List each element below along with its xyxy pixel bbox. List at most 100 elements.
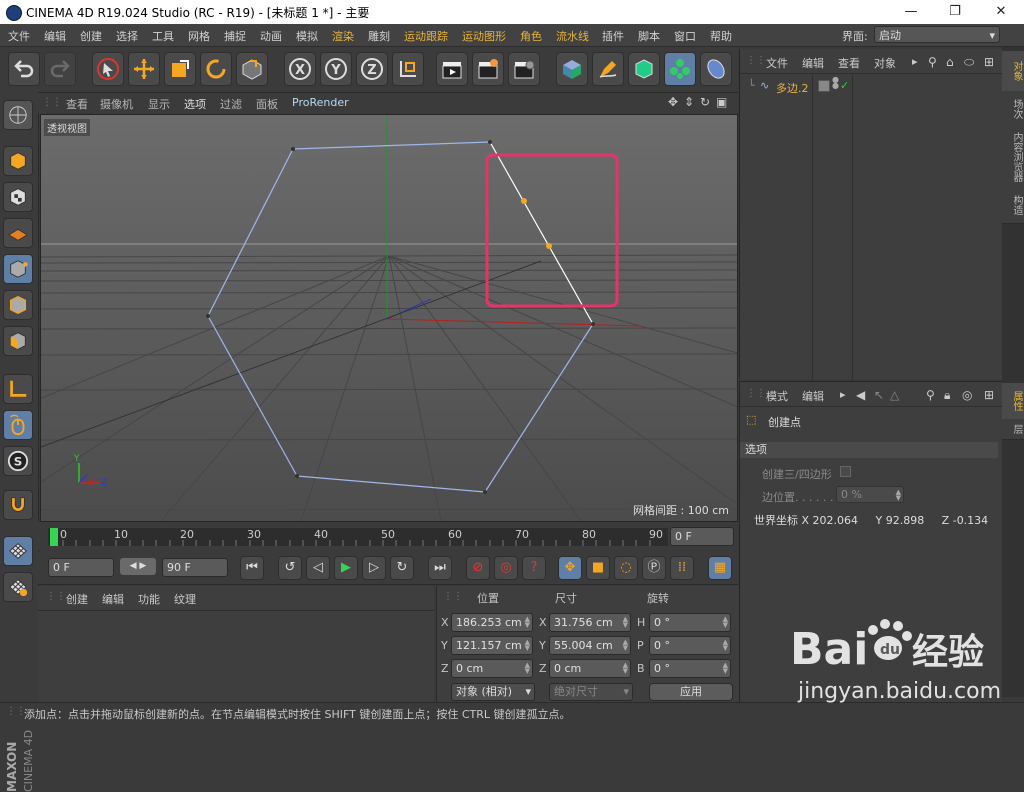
tab-objects[interactable]: 对象 [1002, 51, 1024, 92]
menu-snap[interactable]: 捕捉 [224, 28, 246, 44]
menu-tools[interactable]: 工具 [152, 28, 174, 44]
next-frame-button[interactable]: ▷ [362, 556, 386, 580]
drag-handle-icon[interactable]: ⋮⋮ [46, 591, 66, 602]
timeline[interactable]: 0 10 20 30 40 50 60 70 80 90 0 F [38, 522, 738, 550]
back-arrow-icon[interactable]: ◀ [856, 388, 865, 402]
options-section-header[interactable]: 选项 [740, 442, 998, 458]
tab-content-browser[interactable]: 内容浏览器 [1002, 127, 1024, 188]
home-icon[interactable]: ⌂ [946, 55, 954, 69]
material-menu-create[interactable]: 创建 [66, 591, 88, 607]
rot-p-field[interactable]: 0 ° ▲ ▼ [649, 636, 731, 655]
material-menu-function[interactable]: 功能 [138, 591, 160, 607]
drag-handle-icon[interactable]: ⋮⋮ [746, 55, 766, 66]
object-manager[interactable]: ⋮⋮ 文件 编辑 查看 对象 ▸ ⚲ ⌂ ⬭ ⊞ └ ∿ 多边.2 ● ● ✓ [739, 49, 1002, 379]
undo-button[interactable] [8, 52, 40, 86]
spline-pen-button[interactable] [592, 52, 624, 86]
spinner-icon[interactable]: ▲ ▼ [623, 616, 628, 629]
size-mode-select[interactable]: 绝对尺寸 ▾ [549, 683, 633, 701]
viewport-menu-prorender[interactable]: ProRender [292, 96, 349, 109]
material-manager[interactable]: ⋮⋮ 创建 编辑 功能 纹理 [38, 586, 434, 702]
keyframe-selection-button[interactable]: ? [522, 556, 546, 580]
cube-object-button[interactable] [556, 52, 588, 86]
spline-point[interactable] [206, 314, 210, 318]
autokey-button[interactable]: ◎ [494, 556, 518, 580]
viewport-menu-display[interactable]: 显示 [148, 96, 170, 112]
new-manager-icon[interactable]: ⊞ [984, 55, 994, 69]
texture-mode-button[interactable] [3, 182, 33, 212]
timeline-window-button[interactable]: ▦ [708, 556, 732, 580]
rotate-button[interactable] [200, 52, 232, 86]
key-pla-button[interactable]: ⁞⁞ [670, 556, 694, 580]
drag-handle-icon[interactable]: ⋮⋮ [443, 591, 463, 602]
menu-render[interactable]: 渲染 [332, 28, 354, 44]
render-settings-button[interactable] [508, 52, 540, 86]
spline-point[interactable] [488, 140, 492, 144]
key-parameter-button[interactable]: Ⓟ [642, 556, 666, 580]
tab-attributes[interactable]: 属性 [1002, 383, 1024, 420]
layout-select[interactable]: 启动 ▾ [874, 26, 1000, 43]
viewport-menu-view[interactable]: 查看 [66, 96, 88, 112]
rot-h-field[interactable]: 0 ° ▲ ▼ [649, 613, 731, 632]
menu-motion-tracker[interactable]: 运动跟踪 [404, 28, 448, 44]
menu-mesh[interactable]: 网格 [188, 28, 210, 44]
spinner-icon[interactable]: ▲ ▼ [723, 662, 728, 675]
close-button[interactable]: ✕ [978, 0, 1024, 24]
lock-icon[interactable]: 🔒︎ [944, 388, 950, 403]
workplane-button[interactable] [3, 218, 33, 248]
search-icon[interactable]: ⚲ [928, 55, 937, 69]
menu-help[interactable]: 帮助 [710, 28, 732, 44]
perspective-viewport[interactable]: Y X Z 透视视图 网格间距 : 100 cm [40, 114, 738, 522]
deformer-button[interactable] [700, 52, 732, 86]
spinner-icon[interactable]: ▲ ▼ [525, 639, 530, 652]
menu-file[interactable]: 文件 [8, 28, 30, 44]
workplane-lock-button[interactable] [3, 572, 33, 602]
current-frame-field[interactable]: 0 F [670, 527, 734, 546]
new-point[interactable] [521, 198, 527, 204]
menu-select[interactable]: 选择 [116, 28, 138, 44]
create-tri-quad-checkbox[interactable] [840, 466, 851, 477]
end-frame-field[interactable]: 90 F [162, 558, 228, 577]
up-arrow-icon[interactable]: ↖ [874, 388, 884, 402]
frame-range-slider[interactable]: ◀ ▶ [120, 558, 156, 575]
pos-x-field[interactable]: 186.253 cm ▲ ▼ [451, 613, 533, 632]
tweak-mode-button[interactable] [3, 410, 33, 440]
visibility-dots-icon[interactable]: ● ● [832, 76, 839, 90]
subdivision-button[interactable] [628, 52, 660, 86]
key-position-button[interactable]: ✥ [558, 556, 582, 580]
viewport-nav-zoom-icon[interactable]: ⇕ [684, 95, 694, 109]
spinner-icon[interactable]: ▲ ▼ [525, 616, 530, 629]
polygons-mode-button[interactable] [3, 326, 33, 356]
play-button[interactable]: ▶ [334, 556, 358, 580]
size-y-field[interactable]: 55.004 cm ▲ ▼ [549, 636, 631, 655]
move-button[interactable] [128, 52, 160, 86]
edge-position-field[interactable]: 0 % ▲ ▼ [836, 486, 904, 503]
material-menu-texture[interactable]: 纹理 [174, 591, 196, 607]
object-menu-edit[interactable]: 编辑 [802, 55, 824, 71]
viewport-nav-rotate-icon[interactable]: ↻ [700, 95, 710, 109]
spinner-icon[interactable]: ▲ ▼ [896, 489, 901, 502]
target-icon[interactable]: ◎ [962, 388, 972, 402]
viewport-maximize-icon[interactable]: ▣ [716, 95, 727, 109]
size-x-field[interactable]: 31.756 cm ▲ ▼ [549, 613, 631, 632]
drag-handle-icon[interactable]: ⋮⋮ [746, 388, 766, 399]
apply-button[interactable]: 应用 [649, 683, 733, 701]
menu-mograph[interactable]: 运动图形 [462, 28, 506, 44]
coordinate-mode-select[interactable]: 对象 (相对) ▾ [451, 683, 535, 701]
material-menu-edit[interactable]: 编辑 [102, 591, 124, 607]
menu-character[interactable]: 角色 [520, 28, 542, 44]
tab-layers[interactable]: 层 [1002, 419, 1024, 440]
recent-tools-button[interactable] [236, 52, 268, 86]
axis-mode-button[interactable] [3, 374, 33, 404]
coordinate-system-button[interactable] [392, 52, 424, 86]
menu-create[interactable]: 创建 [80, 28, 102, 44]
menu-plugins[interactable]: 插件 [602, 28, 624, 44]
render-picture-viewer-button[interactable] [472, 52, 504, 86]
go-to-start-button[interactable]: ⏮ [240, 556, 264, 580]
rot-b-field[interactable]: 0 ° ▲ ▼ [649, 659, 731, 678]
object-menu-view[interactable]: 查看 [838, 55, 860, 71]
menu-window[interactable]: 窗口 [674, 28, 696, 44]
timeline-track[interactable] [48, 528, 668, 546]
filter-icon[interactable]: ⬭ [964, 55, 974, 70]
live-selection-button[interactable] [92, 52, 124, 86]
spline-point[interactable] [483, 490, 487, 494]
